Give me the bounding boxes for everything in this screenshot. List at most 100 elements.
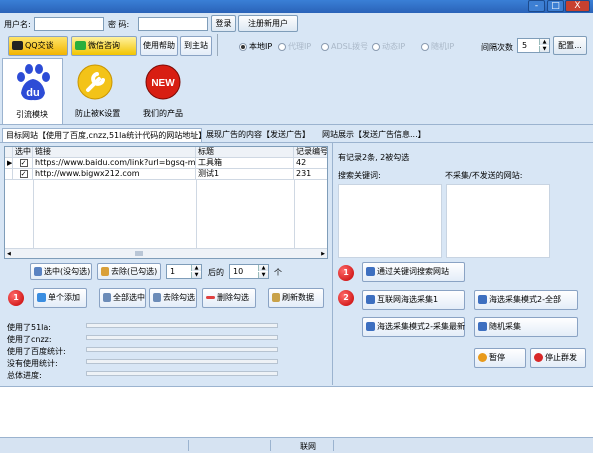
range-unit-label: 个 bbox=[274, 268, 282, 277]
wechat-icon bbox=[75, 41, 86, 50]
ip-option-adsl[interactable]: ADSL拨号 bbox=[321, 41, 368, 52]
maximize-button[interactable]: □ bbox=[547, 0, 564, 12]
spin-down-icon[interactable]: ▼ bbox=[191, 272, 201, 278]
svg-text:NEW: NEW bbox=[151, 78, 175, 89]
ip-option-dynamic[interactable]: 动态IP bbox=[372, 41, 405, 52]
qq-icon bbox=[12, 41, 23, 50]
exclude-textarea[interactable] bbox=[446, 184, 550, 258]
grid-col-line bbox=[33, 180, 34, 248]
grid-header-select[interactable]: 选中 bbox=[13, 147, 33, 158]
spin-down-icon[interactable]: ▼ bbox=[539, 46, 549, 52]
pause-icon bbox=[478, 353, 487, 362]
module-traffic[interactable]: du 引流模块 bbox=[2, 58, 63, 124]
stat-cnzz-label: 使用了cnzz: bbox=[7, 335, 52, 344]
collect-mode2-all-button[interactable]: 海选采集模式2-全部 bbox=[474, 290, 578, 310]
stat-51la-label: 使用了51la: bbox=[7, 323, 51, 332]
record-summary: 有记录2条, 2被勾选 bbox=[338, 153, 410, 162]
stat-baidu-bar bbox=[86, 347, 278, 352]
uncheck-button[interactable]: 去除勾选 bbox=[149, 288, 197, 308]
panel-divider bbox=[332, 143, 333, 385]
grid-header-title[interactable]: 标题 bbox=[196, 147, 294, 158]
pause-button[interactable]: 暂停 bbox=[474, 348, 526, 368]
login-button[interactable]: 登录 bbox=[211, 15, 236, 32]
collect-mode1-button[interactable]: 互联网海选采集1 bbox=[362, 290, 465, 310]
table-row-title: 工具箱 bbox=[196, 158, 294, 169]
scroll-thumb[interactable] bbox=[135, 251, 143, 256]
step-one-badge: 1 bbox=[338, 265, 354, 281]
password-label: 密 码: bbox=[108, 20, 130, 29]
step-two-badge: 2 bbox=[338, 290, 354, 306]
scroll-right-icon[interactable]: ▶ bbox=[321, 251, 325, 257]
spin-up-icon[interactable]: ▲ bbox=[539, 39, 549, 45]
remove-icon bbox=[101, 267, 109, 276]
spin-down-icon[interactable]: ▼ bbox=[258, 272, 268, 278]
qq-chat-button[interactable]: QQ交谈 bbox=[8, 36, 68, 56]
tab-target-sites[interactable]: 目标网站【使用了百度,cnzz,51la统计代码的网站地址】 bbox=[2, 128, 202, 142]
table-row-id: 42 bbox=[294, 158, 327, 169]
ip-option-proxy[interactable]: 代理IP bbox=[278, 41, 311, 52]
keyword-textarea[interactable] bbox=[338, 184, 442, 258]
main-site-button[interactable]: 到主站 bbox=[180, 36, 212, 56]
module-antik[interactable]: 防止被K设置 bbox=[64, 58, 128, 122]
svg-text:du: du bbox=[26, 87, 39, 99]
collect-icon bbox=[478, 322, 487, 331]
stat-none-bar bbox=[86, 359, 278, 364]
stop-icon bbox=[534, 353, 543, 362]
keyword-collect-button[interactable]: 通过关键词搜索网站 bbox=[362, 262, 465, 282]
table-row-id: 231 bbox=[294, 169, 327, 180]
table-row-link[interactable]: http://www.bigwx212.com bbox=[33, 169, 196, 180]
tab-content-line bbox=[0, 142, 593, 143]
help-button[interactable]: 使用帮助 bbox=[140, 36, 178, 56]
scroll-left-icon[interactable]: ◀ bbox=[7, 251, 11, 257]
close-button[interactable]: X bbox=[565, 0, 590, 12]
tab-site-display[interactable]: 网站展示【发送广告信息...】 bbox=[322, 129, 426, 142]
toolbar-divider bbox=[217, 34, 218, 56]
status-divider bbox=[270, 440, 271, 451]
module-antik-label: 防止被K设置 bbox=[75, 109, 121, 118]
config-button[interactable]: 配置... bbox=[553, 36, 587, 55]
site-grid[interactable]: 选中 链接 标题 记录编号 ▶ ✓ https://www.baidu.com/… bbox=[4, 146, 328, 259]
range-from-input[interactable]: 1 ▲ ▼ bbox=[166, 264, 202, 279]
uncheck-icon bbox=[153, 293, 161, 302]
select-all-button[interactable]: 全部选中 bbox=[99, 288, 146, 308]
stat-baidu-label: 使用了百度统计: bbox=[7, 347, 66, 356]
table-row-link[interactable]: https://www.baidu.com/link?url=bgsq-mjvw… bbox=[33, 158, 196, 169]
baidu-icon: du bbox=[17, 64, 50, 101]
ip-option-local[interactable]: 本地IP bbox=[239, 41, 272, 52]
collect-icon bbox=[366, 295, 375, 304]
log-area[interactable] bbox=[0, 386, 593, 437]
spin-up-icon[interactable]: ▲ bbox=[191, 265, 201, 271]
refresh-button[interactable]: 刷新数据 bbox=[268, 288, 324, 308]
tab-ad-content[interactable]: 展现广告的内容【发送广告】 bbox=[206, 129, 310, 142]
stop-sending-button[interactable]: 停止群发 bbox=[530, 348, 586, 368]
password-input[interactable] bbox=[138, 17, 208, 31]
status-divider bbox=[333, 440, 334, 451]
title-bar: - □ X bbox=[0, 0, 593, 13]
random-collect-button[interactable]: 随机采集 bbox=[474, 317, 578, 337]
select-unchecked-button[interactable]: 选中(没勾选) bbox=[30, 263, 92, 280]
spin-up-icon[interactable]: ▲ bbox=[258, 265, 268, 271]
table-row-checkbox[interactable]: ✓ bbox=[13, 158, 33, 169]
module-products[interactable]: NEW 我们的产品 bbox=[132, 58, 196, 122]
ip-option-random[interactable]: 随机IP bbox=[421, 41, 454, 52]
register-button[interactable]: 注册新用户 bbox=[238, 15, 298, 32]
plus-icon bbox=[37, 293, 46, 302]
remove-checked-button[interactable]: 去除(已勾选) bbox=[97, 263, 161, 280]
status-bar: 联网 bbox=[0, 437, 593, 453]
username-input[interactable] bbox=[34, 17, 104, 31]
table-row-checkbox[interactable]: ✓ bbox=[13, 169, 33, 180]
wechat-button[interactable]: 微信咨询 bbox=[71, 36, 137, 56]
range-count-input[interactable]: 10 ▲ ▼ bbox=[229, 264, 269, 279]
collect-mode2-latest-button[interactable]: 海选采集模式2-采集最新 bbox=[362, 317, 465, 337]
grid-header-id[interactable]: 记录编号 bbox=[294, 147, 327, 158]
add-single-button[interactable]: 单个添加 bbox=[33, 288, 87, 308]
new-badge-icon: NEW bbox=[145, 64, 181, 100]
grid-header-link[interactable]: 链接 bbox=[33, 147, 196, 158]
search-icon bbox=[366, 267, 375, 276]
delete-checked-button[interactable]: 删除勾选 bbox=[202, 288, 256, 308]
minimize-button[interactable]: - bbox=[528, 0, 545, 12]
stat-cnzz-bar bbox=[86, 335, 278, 340]
interval-input[interactable]: 5 ▲ ▼ bbox=[517, 38, 550, 53]
horizontal-scrollbar[interactable]: ◀ ▶ bbox=[5, 248, 327, 258]
row-pointer-icon: ▶ bbox=[5, 158, 13, 169]
